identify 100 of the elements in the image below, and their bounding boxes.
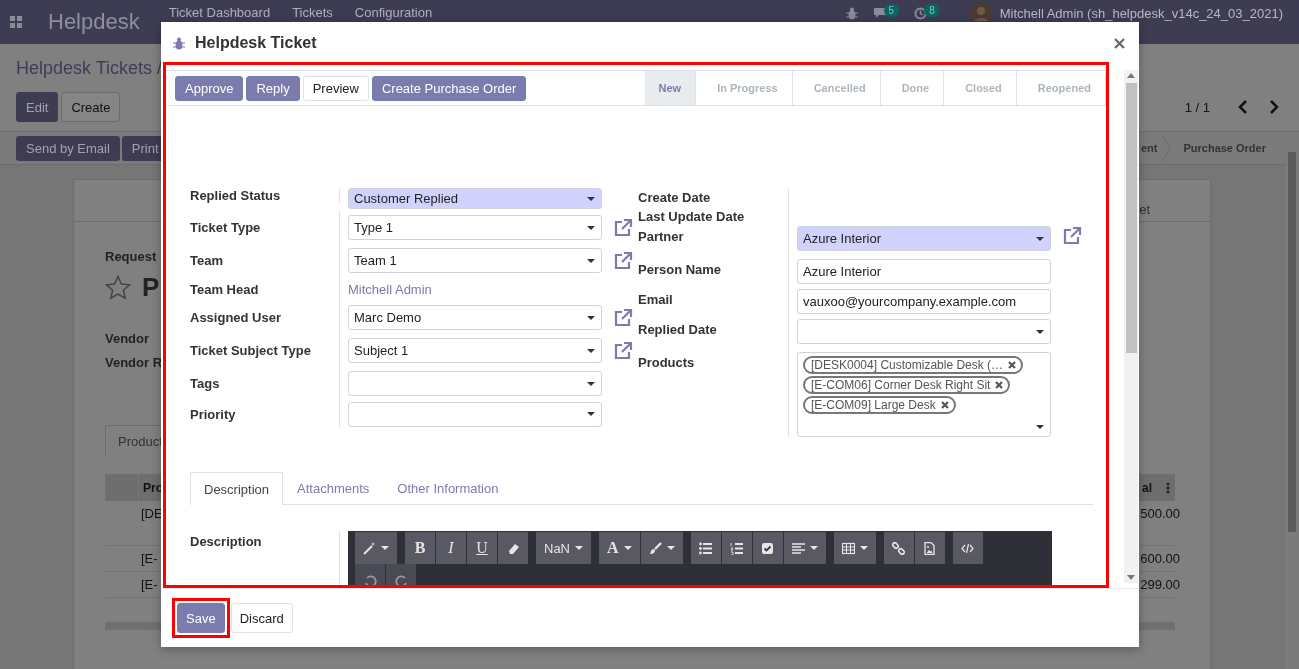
close-icon[interactable]	[1114, 37, 1125, 49]
caret-icon	[1036, 329, 1044, 334]
select-field[interactable]: Team 1	[348, 248, 602, 273]
ul-icon	[699, 541, 713, 555]
menu-item[interactable]: Ticket Dashboard	[168, 5, 271, 20]
bug-icon[interactable]	[845, 6, 858, 20]
select-field[interactable]: Type 1	[348, 215, 602, 240]
scroll-down-icon[interactable]	[1127, 575, 1135, 580]
user-name[interactable]: Mitchell Admin (sh_helpdesk_v14c_24_03_2021)	[999, 5, 1283, 21]
kebab-icon[interactable]	[1166, 481, 1170, 494]
brush-icon	[648, 541, 662, 555]
scrollbar[interactable]	[1124, 70, 1138, 583]
chat-icon[interactable]	[872, 7, 887, 19]
editor-button[interactable]: U	[467, 532, 497, 564]
action-button[interactable]: Send by Email	[16, 135, 120, 161]
input-field[interactable]: Azure Interior	[797, 259, 1051, 284]
external-link-icon[interactable]	[613, 217, 633, 238]
column-header[interactable]: al	[1142, 480, 1152, 495]
caret-icon	[587, 315, 595, 320]
footer-button[interactable]: Discard	[230, 603, 293, 633]
caret-icon	[587, 348, 595, 353]
sheet-tab[interactable]: et	[1139, 202, 1150, 217]
action-button[interactable]: Preview	[302, 75, 369, 101]
tab[interactable]: Other Information	[383, 472, 513, 504]
select-field[interactable]: Azure Interior	[797, 226, 1051, 251]
undo-icon	[363, 573, 377, 585]
select-field[interactable]: Customer Replied	[348, 188, 602, 209]
select-field[interactable]: Subject 1	[348, 338, 602, 363]
eraser-icon	[506, 541, 520, 555]
user-link[interactable]: Mitchell Admin	[348, 281, 432, 297]
caret-icon	[381, 546, 389, 550]
toolbar-button[interactable]: Edit	[16, 92, 59, 122]
editor-button[interactable]: NaN	[536, 532, 591, 564]
action-button[interactable]: Reply	[246, 75, 300, 101]
select-field[interactable]: Marc Demo	[348, 305, 602, 330]
input-field[interactable]: vauxoo@yourcompany.example.com	[797, 289, 1051, 314]
select-field[interactable]	[348, 371, 602, 396]
editor-button[interactable]	[914, 532, 945, 564]
chevron-left-icon[interactable]	[1238, 100, 1248, 114]
image-icon	[923, 541, 937, 555]
caret-icon	[575, 546, 583, 550]
editor-button[interactable]	[640, 532, 683, 564]
field-label: Vendor R	[105, 355, 163, 370]
select-field[interactable]	[348, 401, 602, 427]
count-badge: 8	[924, 3, 940, 17]
external-link-icon[interactable]	[613, 307, 633, 328]
scroll-up-icon[interactable]	[1127, 73, 1135, 78]
editor-button[interactable]: B	[405, 532, 435, 564]
status-stage[interactable]: Purchase Order	[1179, 142, 1282, 154]
editor-button[interactable]	[883, 532, 914, 564]
clock-icon[interactable]	[914, 6, 928, 20]
apps-menu-icon[interactable]	[10, 16, 22, 28]
remove-icon[interactable]	[940, 401, 949, 409]
field-label: Ticket Type	[190, 220, 261, 235]
tags-field[interactable]: [DESK0004] Customizable Desk (… [E-COM06] Corner Desk Right Sit [E-COM09] Large Desk	[797, 352, 1051, 437]
editor-button[interactable]	[833, 532, 876, 564]
select-field[interactable]	[797, 319, 1051, 344]
field-label: Replied Status	[190, 188, 281, 203]
field-label: Vendor	[105, 331, 150, 346]
menu-item[interactable]: Configuration	[354, 5, 433, 20]
editor-button[interactable]: I	[436, 532, 466, 564]
toolbar-button[interactable]: Create	[61, 92, 121, 122]
remove-icon[interactable]	[1008, 361, 1017, 369]
caret-icon	[809, 546, 818, 550]
app-name[interactable]: Helpdesk	[48, 9, 140, 35]
editor-button[interactable]: A	[599, 532, 640, 564]
field-label: Last Update Date	[638, 209, 745, 224]
status-stage[interactable]: New	[644, 71, 697, 105]
editor-button[interactable]	[721, 532, 752, 564]
product-tag[interactable]: [DESK0004] Customizable Desk (…	[803, 356, 1024, 374]
tab[interactable]: Description	[190, 472, 284, 505]
count-badge: 5	[883, 3, 900, 17]
field-label: Replied Date	[638, 322, 717, 337]
editor-button[interactable]	[783, 532, 826, 564]
editor-button[interactable]	[952, 532, 983, 564]
action-button[interactable]: Create Purchase Order	[371, 75, 527, 101]
field-label: Person Name	[638, 262, 722, 277]
tab[interactable]: Attachments	[283, 472, 384, 504]
editor-button[interactable]	[355, 532, 397, 564]
field-label: Partner	[638, 229, 684, 244]
editor-button[interactable]	[690, 532, 721, 564]
status-stage[interactable]: ent	[1136, 142, 1162, 154]
table-icon	[841, 541, 855, 555]
menu-item[interactable]: Tickets	[292, 5, 333, 20]
external-link-icon[interactable]	[613, 250, 633, 271]
field-label: Ticket Subject Type	[190, 343, 311, 358]
product-tag[interactable]: [E-COM06] Corner Desk Right Sit	[803, 376, 1011, 394]
caret-icon	[1036, 236, 1044, 241]
chevron-right-icon[interactable]	[1269, 100, 1279, 114]
external-link-icon[interactable]	[613, 340, 633, 361]
editor-button[interactable]	[752, 532, 783, 564]
editor-button[interactable]	[498, 532, 528, 564]
external-link-icon[interactable]	[1062, 226, 1082, 246]
redo-icon	[394, 573, 408, 585]
product-tag[interactable]: [E-COM09] Large Desk	[803, 396, 956, 414]
action-button[interactable]: Approve	[175, 75, 244, 101]
footer-button[interactable]: Save	[177, 603, 225, 633]
star-icon[interactable]	[105, 275, 131, 300]
remove-icon[interactable]	[995, 381, 1004, 389]
field-label: Description	[190, 534, 262, 549]
